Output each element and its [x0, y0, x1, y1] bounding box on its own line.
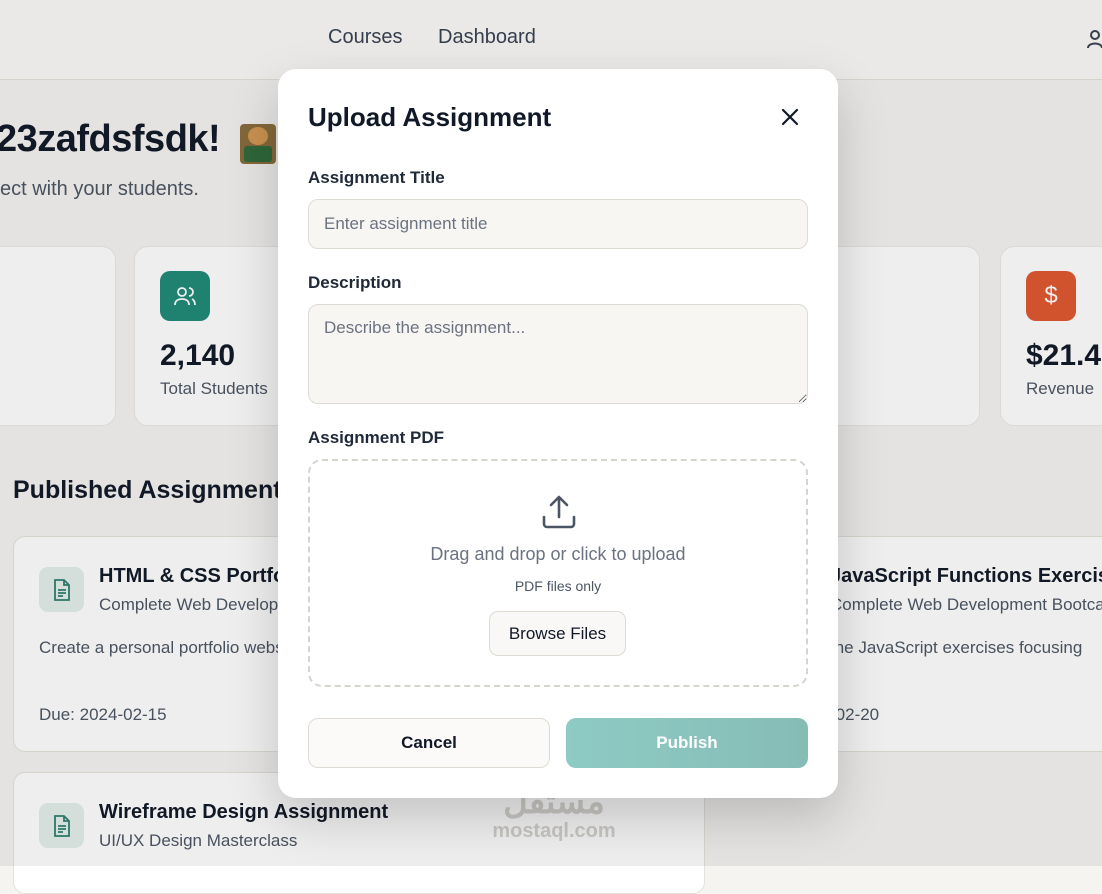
description-label: Description [308, 273, 402, 292]
dropzone-instruction: Drag and drop or click to upload [430, 544, 686, 564]
close-button[interactable] [776, 103, 804, 131]
upload-assignment-modal: Upload Assignment Assignment Title Descr… [278, 69, 838, 798]
description-textarea[interactable] [308, 304, 808, 404]
browse-files-button[interactable]: Browse Files [489, 611, 626, 656]
close-icon [781, 108, 799, 126]
upload-icon [542, 495, 576, 529]
publish-button[interactable]: Publish [566, 718, 808, 768]
modal-title: Upload Assignment [308, 102, 552, 132]
dropzone-file-type-hint: PDF files only [514, 578, 602, 594]
cancel-button[interactable]: Cancel [308, 718, 550, 768]
assignment-pdf-label: Assignment PDF [308, 428, 445, 447]
assignment-title-input[interactable] [308, 199, 808, 249]
pdf-dropzone[interactable]: Drag and drop or click to upload PDF fil… [308, 459, 808, 687]
assignment-title-label: Assignment Title [308, 168, 445, 187]
